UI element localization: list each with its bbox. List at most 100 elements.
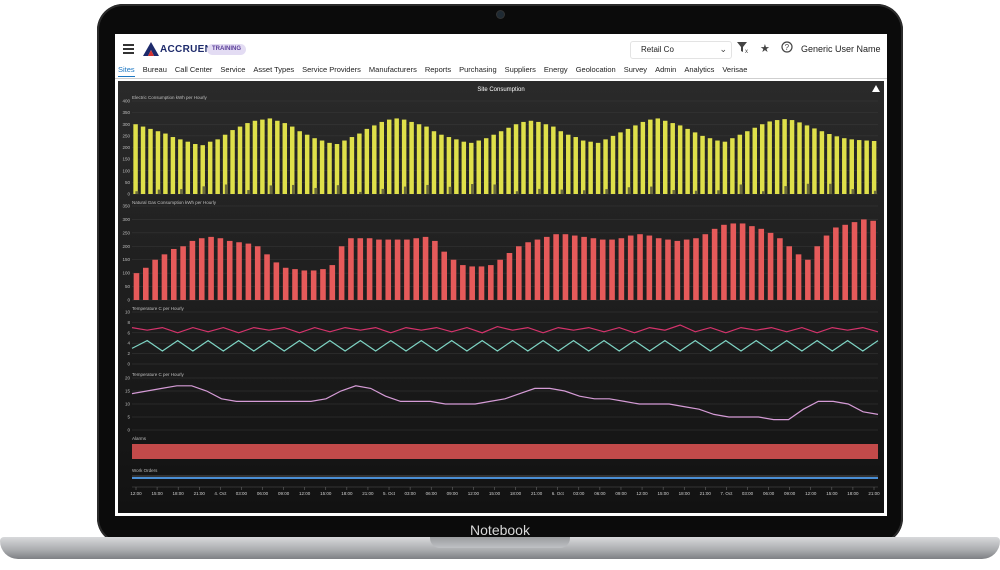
x-tick-label: 18:00 — [679, 491, 691, 496]
electric-bar — [692, 132, 698, 194]
chevron-down-icon: ⌄ — [719, 44, 727, 54]
gas-bar — [823, 235, 830, 300]
gas-bar — [217, 238, 224, 300]
x-tick-label: 09:00 — [447, 491, 459, 496]
nav-item-asset-types[interactable]: Asset Types — [253, 65, 294, 77]
nav-item-verisae[interactable]: Verisae — [722, 65, 747, 77]
electric-bar — [357, 133, 362, 194]
gas-bar — [777, 238, 783, 300]
nav-item-sites[interactable]: Sites — [118, 65, 135, 77]
gas-bar — [488, 265, 494, 300]
electric-bar — [439, 134, 444, 194]
electric-secondary-bar — [471, 184, 475, 194]
training-badge: TRAINING — [207, 44, 246, 55]
electric-secondary-bar — [761, 191, 765, 194]
alarms-band — [132, 444, 878, 459]
electric-bar — [648, 119, 653, 194]
nav-item-call-center[interactable]: Call Center — [175, 65, 213, 77]
svg-text:x: x — [745, 49, 748, 53]
x-tick-label: 15:00 — [826, 491, 838, 496]
electric-bar — [297, 131, 302, 194]
gas-bar — [338, 246, 345, 300]
electric-bar — [842, 138, 847, 194]
nav-item-geolocation[interactable]: Geolocation — [576, 65, 616, 77]
gas-bar — [842, 224, 848, 300]
help-icon[interactable]: ? — [781, 41, 793, 56]
electric-bar — [140, 126, 146, 194]
user-name[interactable]: Generic User Name — [801, 44, 881, 54]
chart-title: Site Consumption — [477, 87, 524, 93]
x-tick-label: 09:00 — [615, 491, 627, 496]
electric-bar — [759, 124, 765, 194]
electric-secondary-bar — [582, 190, 586, 194]
nav-item-bureau[interactable]: Bureau — [143, 65, 167, 77]
x-tick-label: 21:00 — [700, 491, 712, 496]
electric-bar — [185, 141, 191, 194]
electric-bar — [797, 122, 802, 194]
x-tick-label: 18:00 — [173, 491, 185, 496]
electric-bar — [155, 131, 161, 194]
electric-bar — [342, 140, 347, 194]
electric-bar — [812, 128, 817, 194]
electric-bar — [588, 141, 593, 194]
electric-secondary-bar — [359, 191, 363, 194]
gas-bar — [637, 234, 643, 300]
electric-bar — [730, 138, 735, 194]
electric-bar — [782, 119, 787, 194]
electric-secondary-bar — [493, 184, 497, 194]
electric-secondary-bar — [694, 190, 698, 194]
nav-item-admin[interactable]: Admin — [655, 65, 676, 77]
gas-bar — [786, 246, 793, 300]
electric-bar — [424, 126, 429, 194]
nav-item-survey[interactable]: Survey — [624, 65, 647, 77]
electric-secondary-bar — [157, 189, 161, 194]
gas-bar — [254, 246, 261, 300]
gas-bar — [198, 238, 205, 300]
gas-bar — [143, 267, 149, 300]
electric-secondary-bar — [739, 184, 743, 194]
gas-bar — [571, 235, 578, 300]
nav-item-service-providers[interactable]: Service Providers — [302, 65, 361, 77]
nav-item-service[interactable]: Service — [220, 65, 245, 77]
nav-item-purchasing[interactable]: Purchasing — [459, 65, 497, 77]
gas-bar — [553, 234, 559, 300]
x-tick-label: 15:00 — [151, 491, 163, 496]
gas-bar — [152, 259, 158, 300]
electric-bar — [349, 137, 355, 194]
gas-bar — [422, 236, 429, 300]
electric-bar — [476, 140, 481, 194]
nav-item-manufacturers[interactable]: Manufacturers — [369, 65, 417, 77]
electric-bar — [849, 139, 854, 194]
electric-bar — [394, 118, 399, 194]
gas-bar — [366, 238, 373, 300]
filter-icon[interactable]: x — [737, 42, 749, 56]
electric-bar — [304, 134, 310, 194]
electric-bar — [566, 134, 571, 194]
panel-label-temp_dual: Temperature C per Hourly — [132, 306, 185, 311]
gas-bar — [394, 239, 401, 300]
gas-bar — [450, 259, 457, 300]
nav-item-reports[interactable]: Reports — [425, 65, 451, 77]
electric-bar — [260, 119, 265, 194]
electric-bar — [767, 121, 772, 194]
electric-bar — [715, 140, 720, 194]
nav-item-suppliers[interactable]: Suppliers — [505, 65, 536, 77]
y-tick-label: 200 — [122, 145, 130, 150]
electric-bar — [416, 124, 422, 194]
nav-item-analytics[interactable]: Analytics — [684, 65, 714, 77]
nav-item-energy[interactable]: Energy — [544, 65, 568, 77]
electric-bar — [461, 141, 467, 194]
x-tick-label: 18:00 — [847, 491, 859, 496]
gas-bar — [655, 238, 662, 300]
star-icon[interactable]: ★ — [760, 42, 770, 55]
x-tick-label: 4. Oct — [214, 491, 227, 496]
hamburger-icon[interactable] — [123, 44, 134, 54]
electric-bar — [595, 142, 601, 194]
gas-bar — [478, 266, 485, 300]
electric-bar — [610, 135, 616, 194]
gas-bar — [665, 239, 671, 300]
gas-bar — [133, 273, 140, 300]
company-select[interactable]: Retail Co ⌄ — [630, 41, 732, 59]
electric-secondary-bar — [717, 190, 721, 194]
x-tick-label: 15:00 — [658, 491, 670, 496]
